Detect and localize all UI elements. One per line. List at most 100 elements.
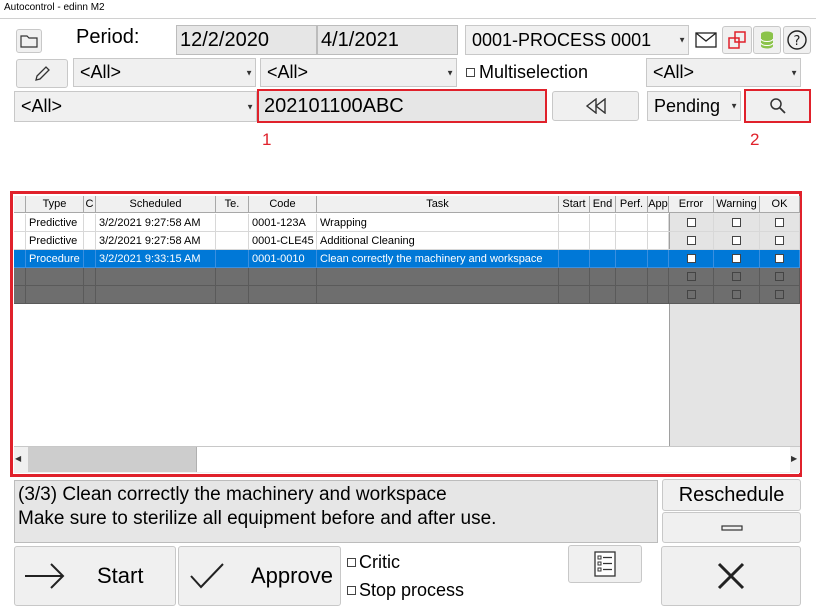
filter-combo-2[interactable]: <All> ▼ [260,58,457,87]
cancel-button[interactable] [661,546,801,606]
stop-process-toggle[interactable]: Stop process [347,580,464,601]
ok-checkbox[interactable] [775,254,784,263]
multiselection-toggle[interactable]: Multiselection [466,62,588,83]
process-select[interactable]: 0001-PROCESS 0001 ▼ [465,25,689,55]
cell-scheduled: 3/2/2021 9:27:58 AM [96,214,216,232]
multiselection-label: Multiselection [479,62,589,82]
task-details-description: Make sure to sterilize all equipment bef… [18,508,497,529]
filter-combo-1[interactable]: <All> ▼ [73,58,256,87]
approve-button[interactable]: Approve [178,546,341,606]
edit-button[interactable] [16,59,68,88]
chevron-down-icon: ▼ [790,68,798,77]
multiselection-checkbox[interactable] [466,68,475,77]
rewind-button[interactable] [552,91,639,121]
search-input[interactable]: 202101100ABC [257,89,547,123]
column-header-task[interactable]: Task [317,196,559,213]
column-header-ok[interactable]: OK [760,196,800,213]
window-title: Autocontrol - edinn M2 [0,0,816,18]
cell-type: Predictive [26,232,84,250]
column-header-code[interactable]: Code [249,196,317,213]
ok-checkbox[interactable] [775,236,784,245]
ok-flag-cell [760,232,800,250]
empty-cell [317,286,559,304]
column-header-start[interactable]: Start [559,196,590,213]
cell-app [648,214,669,232]
open-folder-button[interactable] [16,29,42,53]
help-button[interactable]: ? [783,26,811,54]
error-checkbox[interactable] [686,254,696,263]
cell-end [590,250,616,268]
search-icon [769,98,786,114]
error-flag-cell [669,286,714,304]
column-header-end[interactable]: End [590,196,616,213]
scrollbar-track[interactable] [196,447,790,472]
folder-icon [20,35,38,48]
error-checkbox[interactable] [686,236,696,245]
period-label: Period: [76,26,140,48]
column-header-perf[interactable]: Perf. [616,196,648,213]
ok-flag-cell [760,250,800,268]
ok-checkbox[interactable] [775,272,784,281]
cell-code: 0001-CLE45 [249,232,317,250]
column-header-te[interactable]: Te. [216,196,249,213]
scroll-left-icon[interactable]: ◀ [15,454,21,463]
collapse-button[interactable] [662,512,801,543]
warning-checkbox[interactable] [732,218,741,227]
checkmark-icon [190,563,224,589]
column-header-error[interactable]: Error [669,196,714,213]
close-icon [717,562,745,590]
ok-flag-cell [760,286,800,304]
empty-cell [84,286,96,304]
empty-cell [96,286,216,304]
task-details: (3/3) Clean correctly the machinery and … [14,480,658,543]
stop-process-label: Stop process [359,580,465,600]
database-button[interactable] [753,26,781,54]
status-select[interactable]: Pending ▼ [647,91,741,121]
checklist-button[interactable] [568,545,642,583]
date-to-field[interactable]: 4/1/2021 [317,25,458,55]
reschedule-button[interactable]: Reschedule [662,479,801,511]
search-button[interactable] [744,89,811,123]
scrollbar-thumb[interactable] [28,447,196,472]
cell-perf [616,214,648,232]
column-header-c[interactable]: C [84,196,96,213]
column-header-type[interactable]: Type [26,196,84,213]
start-button[interactable]: Start [14,546,176,606]
ok-flag-cell [760,214,800,232]
warning-flag-cell [714,286,760,304]
warning-checkbox[interactable] [732,272,741,281]
empty-cell [249,286,317,304]
minus-icon [720,524,743,531]
critic-checkbox[interactable] [347,558,356,567]
checklist-icon [594,551,616,577]
cell-scheduled: 3/2/2021 9:27:58 AM [96,232,216,250]
cell-start [559,250,590,268]
pencil-icon [35,65,50,81]
error-checkbox[interactable] [686,272,696,281]
copy-process-button[interactable] [722,26,752,54]
critic-toggle[interactable]: Critic [347,552,400,573]
stop-process-checkbox[interactable] [347,586,356,595]
warning-checkbox[interactable] [732,290,741,299]
ok-checkbox[interactable] [775,290,784,299]
cell-type: Predictive [26,214,84,232]
warning-checkbox[interactable] [732,254,741,263]
empty-cell [96,268,216,286]
column-header-warning[interactable]: Warning [714,196,760,213]
empty-cell [590,286,616,304]
empty-cell [26,286,84,304]
date-from-field[interactable]: 12/2/2020 [176,25,317,55]
error-checkbox[interactable] [686,290,696,299]
ok-checkbox[interactable] [775,218,784,227]
email-button[interactable] [692,27,720,53]
warning-checkbox[interactable] [732,236,741,245]
filter-combo-4[interactable]: <All> ▼ [14,91,257,122]
column-header-app[interactable]: App [648,196,669,213]
error-checkbox[interactable] [686,218,696,227]
row-indicator [14,232,26,250]
filter-combo-3[interactable]: <All> ▼ [646,58,801,87]
scroll-right-icon[interactable]: ▶ [791,454,797,463]
critic-label: Critic [359,552,400,572]
row-indicator [14,286,26,304]
column-header-scheduled[interactable]: Scheduled [96,196,216,213]
